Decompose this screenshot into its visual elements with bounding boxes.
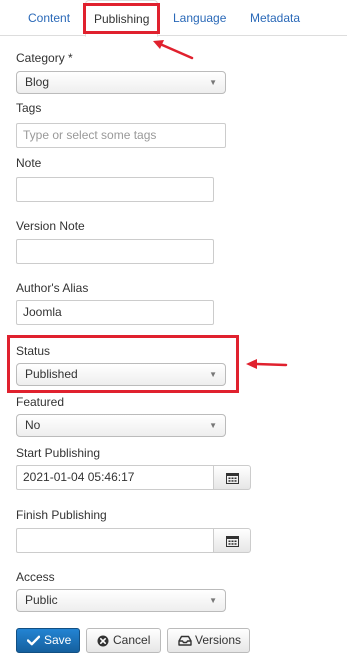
category-label: Category * (16, 51, 73, 65)
featured-label: Featured (16, 395, 65, 409)
save-button[interactable]: Save (16, 628, 80, 653)
finish-publishing-label: Finish Publishing (16, 508, 107, 522)
caret-down-icon: ▼ (209, 370, 217, 379)
status-select[interactable]: Published ▼ (16, 363, 226, 386)
tab-bar: Content Publishing Language Metadata (0, 0, 347, 37)
cancel-label: Cancel (113, 633, 151, 647)
authors-alias-value: Joomla (23, 305, 62, 319)
tags-label: Tags (16, 101, 42, 115)
archive-icon (178, 635, 192, 646)
access-value: Public (25, 593, 58, 607)
start-publishing-input[interactable]: 2021-01-04 05:46:17 (16, 465, 214, 490)
arrow-icon (246, 359, 288, 369)
version-note-label: Version Note (16, 219, 85, 233)
start-publishing-value: 2021-01-04 05:46:17 (23, 470, 135, 484)
status-label: Status (16, 344, 51, 358)
save-label: Save (44, 633, 72, 647)
category-value: Blog (25, 75, 50, 89)
authors-alias-label: Author's Alias (16, 281, 89, 295)
category-select[interactable]: Blog ▼ (16, 71, 226, 94)
tab-content[interactable]: Content (28, 0, 70, 36)
versions-label: Versions (195, 633, 242, 647)
tags-placeholder: Type or select some tags (23, 128, 157, 142)
featured-select[interactable]: No ▼ (16, 414, 226, 437)
arrow-icon (153, 40, 194, 60)
note-input[interactable] (16, 177, 214, 202)
publishing-tab-highlight-box (83, 3, 160, 34)
access-select[interactable]: Public ▼ (16, 589, 226, 612)
note-label: Note (16, 156, 42, 170)
access-label: Access (16, 570, 55, 584)
featured-value: No (25, 418, 41, 432)
tab-language[interactable]: Language (173, 0, 226, 36)
finish-publishing-calendar-button[interactable] (213, 528, 251, 553)
calendar-icon (226, 536, 239, 547)
x-circle-icon (97, 635, 109, 647)
start-publishing-label: Start Publishing (16, 446, 101, 460)
versions-button[interactable]: Versions (167, 628, 250, 653)
tab-metadata[interactable]: Metadata (250, 0, 300, 36)
authors-alias-input[interactable]: Joomla (16, 300, 214, 325)
calendar-icon (226, 473, 239, 484)
start-publishing-calendar-button[interactable] (213, 465, 251, 490)
tags-input[interactable]: Type or select some tags (16, 123, 226, 148)
version-note-input[interactable] (16, 239, 214, 264)
cancel-button[interactable]: Cancel (86, 628, 161, 653)
finish-publishing-input[interactable] (16, 528, 214, 553)
caret-down-icon: ▼ (209, 78, 217, 87)
caret-down-icon: ▼ (209, 421, 217, 430)
caret-down-icon: ▼ (209, 596, 217, 605)
check-icon (27, 635, 40, 646)
status-value: Published (25, 367, 78, 381)
